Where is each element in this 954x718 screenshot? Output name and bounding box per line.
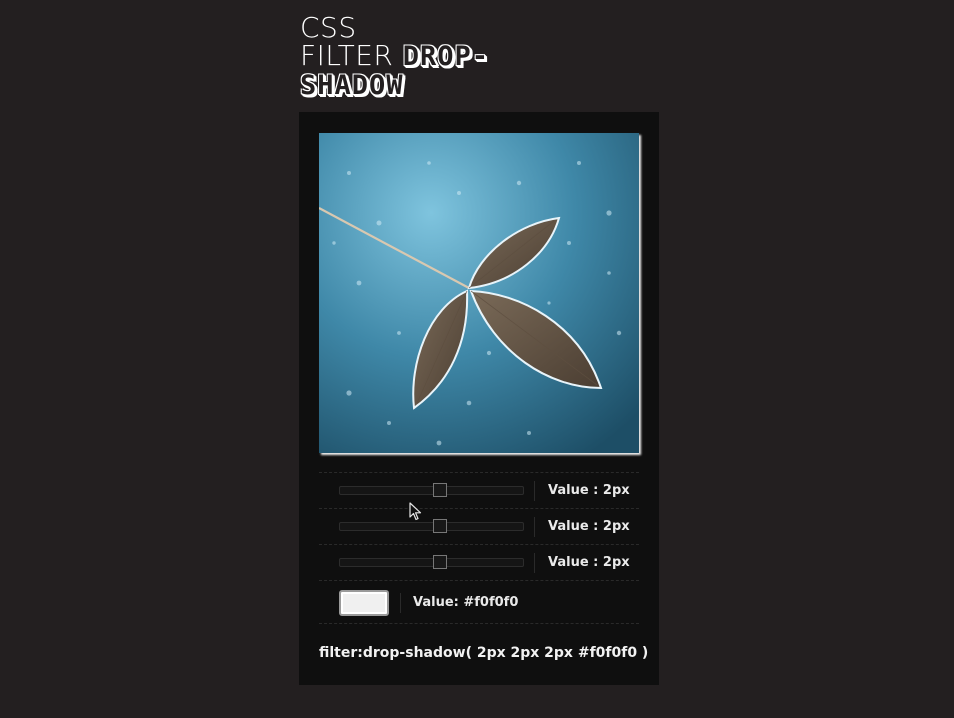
offset-y-row: Value : 2px — [319, 508, 639, 544]
title-line-filter: FILTER DROP- — [300, 42, 489, 71]
title-highlight-shadow: SHADOW — [300, 70, 404, 101]
mouse-pointer-icon — [409, 502, 422, 521]
leaf-photo — [319, 133, 639, 453]
title-word-filter: FILTER — [300, 39, 394, 72]
css-output: filter:drop-shadow( 2px 2px 2px #f0f0f0 … — [319, 645, 649, 661]
blur-row: Value : 2px — [319, 544, 639, 580]
preview-image — [319, 133, 639, 453]
divider — [400, 593, 401, 613]
blur-value: Value : 2px — [548, 555, 630, 570]
filter-controls: Value : 2px Value : 2px Value : 2px Valu… — [319, 472, 639, 624]
blur-slider[interactable] — [339, 555, 524, 569]
slider-handle[interactable] — [433, 555, 447, 569]
slider-handle[interactable] — [433, 519, 447, 533]
color-picker[interactable] — [339, 590, 389, 616]
color-row: Value: #f0f0f0 — [319, 580, 639, 624]
divider — [534, 517, 535, 537]
offset-x-row: Value : 2px — [319, 472, 639, 508]
divider — [534, 553, 535, 573]
title-line-css: CSS — [300, 11, 357, 44]
offset-y-value: Value : 2px — [548, 519, 630, 534]
offset-x-value: Value : 2px — [548, 483, 630, 498]
slider-handle[interactable] — [433, 483, 447, 497]
color-value: Value: #f0f0f0 — [413, 595, 519, 610]
demo-panel: Value : 2px Value : 2px Value : 2px Valu… — [299, 112, 659, 685]
offset-y-slider[interactable] — [339, 519, 524, 533]
page-title: CSS FILTER DROP- SHADOW — [300, 14, 489, 100]
offset-x-slider[interactable] — [339, 483, 524, 497]
title-highlight-drop: DROP- — [402, 41, 490, 72]
divider — [534, 481, 535, 501]
title-line-shadow: SHADOW — [300, 71, 489, 100]
